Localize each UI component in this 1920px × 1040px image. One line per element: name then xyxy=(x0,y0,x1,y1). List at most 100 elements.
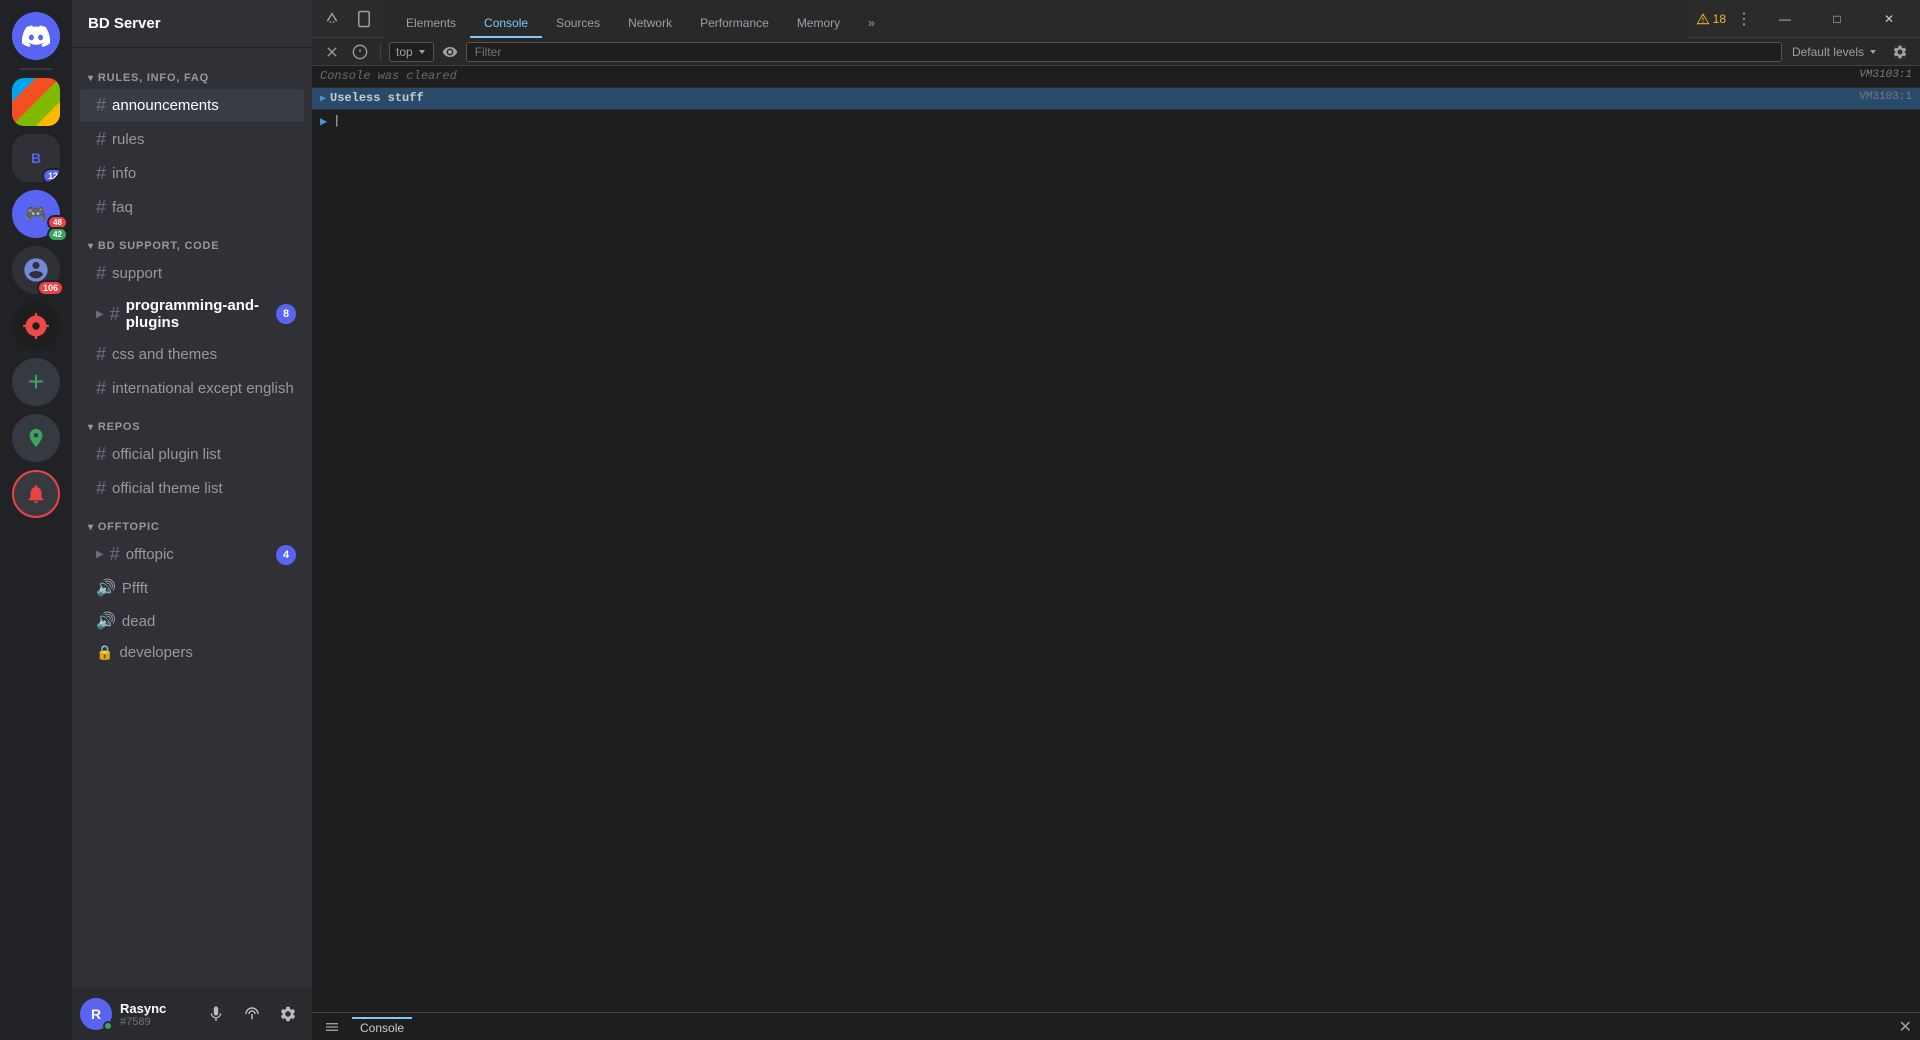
category-header-repos[interactable]: ▾ REPOS xyxy=(72,417,312,437)
devtools-maximize-button[interactable]: □ xyxy=(1814,0,1860,38)
server-icon-gaming[interactable]: 🎮 48 42 xyxy=(12,190,60,238)
user-name: Rasync xyxy=(120,1001,192,1016)
hash-icon: # xyxy=(96,263,106,284)
category-header-offtopic[interactable]: ▾ OFFTOPIC xyxy=(72,517,312,537)
hash-icon: # xyxy=(96,163,106,184)
user-bar: R Rasync #7589 xyxy=(72,988,312,1040)
channel-item-official-plugin-list[interactable]: # official plugin list xyxy=(80,438,304,471)
console-input-row: ▶ | xyxy=(312,110,1920,132)
channel-item-info[interactable]: # info xyxy=(80,157,304,190)
thread-chevron: ▶ xyxy=(96,309,104,320)
chevron-icon: ▾ xyxy=(88,73,94,84)
server-badge-bd: 12 xyxy=(42,168,60,182)
channel-item-support[interactable]: # support xyxy=(80,257,304,290)
notification-button[interactable] xyxy=(12,470,60,518)
chevron-icon: ▾ xyxy=(88,522,94,533)
channel-item-pffft[interactable]: 🔊 Pffft xyxy=(80,572,304,604)
device-toolbar-button[interactable] xyxy=(352,7,376,31)
devtools-header-tools xyxy=(312,7,384,31)
tab-performance[interactable]: Performance xyxy=(686,10,783,38)
bottom-console-tab[interactable]: Console xyxy=(352,1017,412,1037)
channel-item-official-theme-list[interactable]: # official theme list xyxy=(80,472,304,505)
block-preserve-log-button[interactable] xyxy=(348,40,372,64)
explore-server-button[interactable] xyxy=(12,414,60,462)
category-header-bd-support-code[interactable]: ▾ BD SUPPORT, CODE xyxy=(72,236,312,256)
inspect-element-button[interactable] xyxy=(320,7,344,31)
channel-item-programming-and-plugins[interactable]: ▶ # programming-and-plugins 8 xyxy=(80,291,304,337)
channel-sidebar: BD Server ▾ RULES, INFO, FAQ # announcem… xyxy=(72,0,312,1040)
warning-badge: 18 xyxy=(1696,12,1726,26)
tab-console[interactable]: Console xyxy=(470,10,542,38)
lock-icon: 🔒 xyxy=(96,644,113,661)
category-header-rules-info-faq[interactable]: ▾ RULES, INFO, FAQ xyxy=(72,68,312,88)
server-icon-bd[interactable]: B 12 xyxy=(12,134,60,182)
channel-item-international[interactable]: # international except english xyxy=(80,372,304,405)
drawer-close-button[interactable]: ✕ xyxy=(1899,1017,1912,1037)
server-icon-discord[interactable] xyxy=(12,12,60,60)
user-avatar: R xyxy=(80,998,112,1030)
tab-network[interactable]: Network xyxy=(614,10,686,38)
channel-item-offtopic[interactable]: ▶ # offtopic 4 xyxy=(80,538,304,571)
server-name[interactable]: BD Server xyxy=(72,0,312,48)
speaker-icon: 🔊 xyxy=(96,578,116,598)
category-offtopic: ▾ OFFTOPIC ▶ # offtopic 4 🔊 Pffft 🔊 dead… xyxy=(72,517,312,667)
server-icon-capture[interactable] xyxy=(12,302,60,350)
channel-item-dead[interactable]: 🔊 dead xyxy=(80,605,304,637)
tab-elements[interactable]: Elements xyxy=(392,10,470,38)
devtools-close-button[interactable]: ✕ xyxy=(1866,0,1912,38)
channel-item-css-and-themes[interactable]: # css and themes xyxy=(80,338,304,371)
channel-item-developers[interactable]: 🔒 developers xyxy=(80,638,304,667)
default-levels-button[interactable]: Default levels xyxy=(1786,43,1884,61)
thread-chevron: ▶ xyxy=(96,549,104,560)
drawer-menu-button[interactable] xyxy=(320,1015,344,1039)
server-icon-other[interactable]: 106 xyxy=(12,246,60,294)
hash-icon: # xyxy=(96,129,106,150)
channel-badge-offtopic: 4 xyxy=(276,545,296,565)
hash-icon: # xyxy=(110,304,120,325)
user-tag: #7589 xyxy=(120,1016,192,1028)
devtools-titlebar: Elements Console Sources Network Perform… xyxy=(312,0,1920,38)
console-settings-button[interactable] xyxy=(1888,40,1912,64)
mute-mic-button[interactable] xyxy=(200,998,232,1030)
chevron-icon: ▾ xyxy=(88,241,94,252)
server-icon-windows[interactable] xyxy=(12,78,60,126)
tab-more[interactable]: » xyxy=(854,10,889,38)
devtools-bottom-bar: Console ✕ xyxy=(312,1012,1920,1040)
add-server-button[interactable]: + xyxy=(12,358,60,406)
devtools-minimize-button[interactable]: — xyxy=(1762,0,1808,38)
server-badge-other: 106 xyxy=(37,280,64,296)
user-info: Rasync #7589 xyxy=(120,1001,192,1028)
console-filter-input[interactable] xyxy=(466,42,1782,62)
category-rules-info-faq: ▾ RULES, INFO, FAQ # announcements # rul… xyxy=(72,68,312,224)
server-divider xyxy=(20,68,52,70)
hash-icon: # xyxy=(96,444,106,465)
eye-visibility-button[interactable] xyxy=(438,40,462,64)
clear-console-button[interactable] xyxy=(320,40,344,64)
channel-list: ▾ RULES, INFO, FAQ # announcements # rul… xyxy=(72,48,312,988)
channel-item-announcements[interactable]: # announcements xyxy=(80,89,304,122)
console-log-message-useless[interactable]: ▶ Useless stuff VM3103:1 xyxy=(312,88,1920,110)
devtools-tabs: Elements Console Sources Network Perform… xyxy=(384,0,1688,38)
hash-icon: # xyxy=(96,344,106,365)
user-settings-button[interactable] xyxy=(272,998,304,1030)
tab-sources[interactable]: Sources xyxy=(542,10,614,38)
category-bd-support-code: ▾ BD SUPPORT, CODE # support ▶ # program… xyxy=(72,236,312,405)
context-selector[interactable]: top xyxy=(389,42,434,62)
user-status-indicator xyxy=(103,1021,113,1031)
tab-memory[interactable]: Memory xyxy=(783,10,854,38)
devtools-more-button[interactable]: ⋮ xyxy=(1732,9,1756,29)
hash-icon: # xyxy=(96,378,106,399)
hash-icon: # xyxy=(96,478,106,499)
channel-item-rules[interactable]: # rules xyxy=(80,123,304,156)
console-prompt: ▶ xyxy=(320,114,327,129)
channel-item-faq[interactable]: # faq xyxy=(80,191,304,224)
hash-icon: # xyxy=(96,95,106,116)
category-repos: ▾ REPOS # official plugin list # officia… xyxy=(72,417,312,505)
hash-icon: # xyxy=(96,197,106,218)
devtools-panel: Elements Console Sources Network Perform… xyxy=(312,0,1920,1040)
deafen-button[interactable] xyxy=(236,998,268,1030)
expand-arrow-icon[interactable]: ▶ xyxy=(320,91,326,105)
chevron-icon: ▾ xyxy=(88,422,94,433)
hash-icon: # xyxy=(110,544,120,565)
console-cursor[interactable]: | xyxy=(333,114,340,128)
